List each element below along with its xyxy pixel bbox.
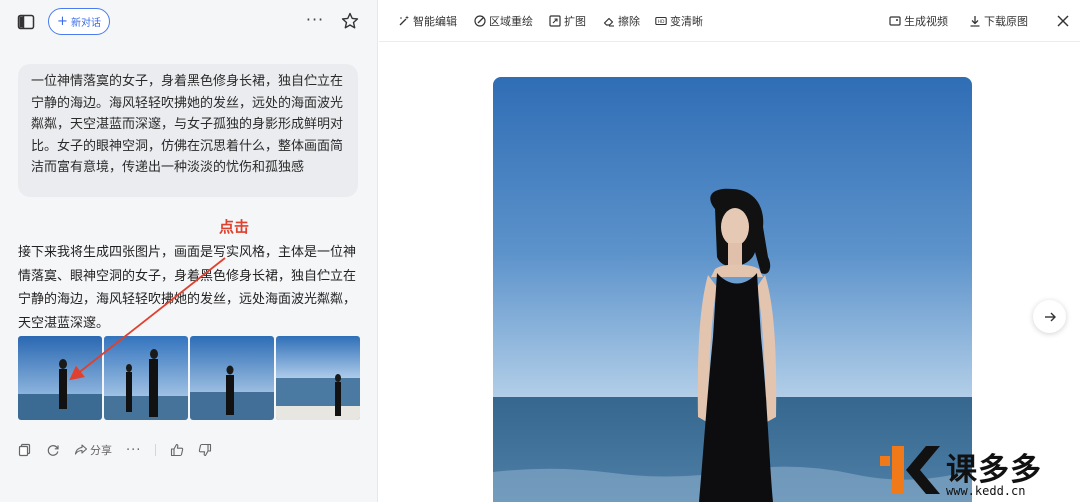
download-icon bbox=[970, 16, 980, 27]
brand-k-icon bbox=[880, 446, 940, 494]
enhance-clarity-button[interactable]: HD 变清晰 bbox=[655, 13, 703, 29]
download-original-button[interactable]: 下载原图 bbox=[969, 13, 1028, 29]
arrow-right-icon bbox=[1044, 312, 1056, 321]
like-button[interactable] bbox=[170, 440, 184, 460]
generated-image-thumbnail-2[interactable] bbox=[104, 336, 188, 420]
generated-image-thumbnail-4[interactable] bbox=[276, 336, 360, 420]
main-image-preview[interactable] bbox=[493, 77, 972, 502]
brush-icon bbox=[474, 15, 486, 27]
expand-icon bbox=[549, 15, 561, 27]
download-original-label: 下载原图 bbox=[984, 15, 1028, 28]
plus-icon: + bbox=[57, 14, 68, 29]
expand-image-label: 扩图 bbox=[564, 15, 586, 28]
copy-icon bbox=[18, 443, 31, 457]
region-redraw-label: 区域重绘 bbox=[489, 15, 533, 28]
next-image-button[interactable] bbox=[1033, 300, 1066, 333]
watermark-brand: 课多多 bbox=[946, 452, 1042, 488]
generate-video-label: 生成视频 bbox=[904, 15, 948, 28]
star-icon[interactable] bbox=[340, 11, 360, 31]
expand-image-button[interactable]: 扩图 bbox=[549, 13, 586, 29]
generate-video-button[interactable]: 生成视频 bbox=[889, 13, 948, 29]
new-chat-button[interactable]: + 新对话 bbox=[48, 8, 110, 35]
copy-button[interactable] bbox=[18, 440, 32, 460]
chat-panel: + 新对话 ··· 一位神情落寞的女子，身着黑色修身长裙，独自伫立在宁静的海边。… bbox=[0, 0, 378, 502]
video-icon bbox=[889, 16, 901, 26]
image-toolbar: 智能编辑 区域重绘 扩图 擦除 HD 变清晰 生成视频 下载原图 bbox=[379, 0, 1080, 42]
erase-button[interactable]: 擦除 bbox=[603, 13, 640, 29]
user-prompt-bubble: 一位神情落寞的女子，身着黑色修身长裙，独自伫立在宁静的海边。海风轻轻吹拂她的发丝… bbox=[18, 64, 358, 197]
close-icon[interactable] bbox=[1054, 12, 1072, 30]
generated-image-thumbnail-1[interactable] bbox=[18, 336, 102, 420]
watermark-url: www.kedd.cn bbox=[946, 484, 1026, 498]
magic-wand-icon bbox=[399, 15, 409, 26]
dislike-button[interactable] bbox=[198, 440, 212, 460]
click-annotation-label: 点击 bbox=[219, 218, 250, 236]
share-label: 分享 bbox=[90, 444, 112, 457]
sidebar-toggle-icon[interactable] bbox=[16, 12, 36, 32]
generated-images-row bbox=[18, 336, 360, 420]
enhance-clarity-label: 变清晰 bbox=[670, 15, 703, 28]
erase-label: 擦除 bbox=[618, 15, 640, 28]
more-actions-icon[interactable]: ··· bbox=[126, 440, 141, 460]
watermark-logo: 课多多 www.kedd.cn bbox=[880, 440, 1080, 502]
message-actions: 分享 ··· bbox=[18, 440, 226, 460]
svg-text:HD: HD bbox=[658, 19, 665, 25]
divider bbox=[155, 444, 157, 456]
more-options-icon[interactable]: ··· bbox=[304, 10, 326, 32]
thumbs-down-icon bbox=[199, 443, 212, 457]
smart-edit-label: 智能编辑 bbox=[413, 15, 457, 28]
share-button[interactable]: 分享 bbox=[74, 440, 112, 460]
share-icon bbox=[74, 444, 88, 455]
thumbs-up-icon bbox=[171, 443, 184, 457]
region-redraw-button[interactable]: 区域重绘 bbox=[474, 13, 533, 29]
hd-icon: HD bbox=[655, 16, 667, 26]
new-chat-label: 新对话 bbox=[70, 18, 101, 29]
refresh-icon bbox=[47, 445, 59, 456]
chat-header: + 新对话 ··· bbox=[0, 8, 377, 36]
generated-image-thumbnail-3[interactable] bbox=[190, 336, 274, 420]
image-viewer-panel: 智能编辑 区域重绘 扩图 擦除 HD 变清晰 生成视频 下载原图 bbox=[379, 0, 1080, 502]
smart-edit-button[interactable]: 智能编辑 bbox=[398, 13, 457, 29]
eraser-icon bbox=[603, 17, 614, 27]
regenerate-button[interactable] bbox=[46, 440, 60, 460]
assistant-reply-text: 接下来我将生成四张图片，画面是写实风格，主体是一位神情落寞、眼神空洞的女子，身着… bbox=[18, 245, 357, 331]
